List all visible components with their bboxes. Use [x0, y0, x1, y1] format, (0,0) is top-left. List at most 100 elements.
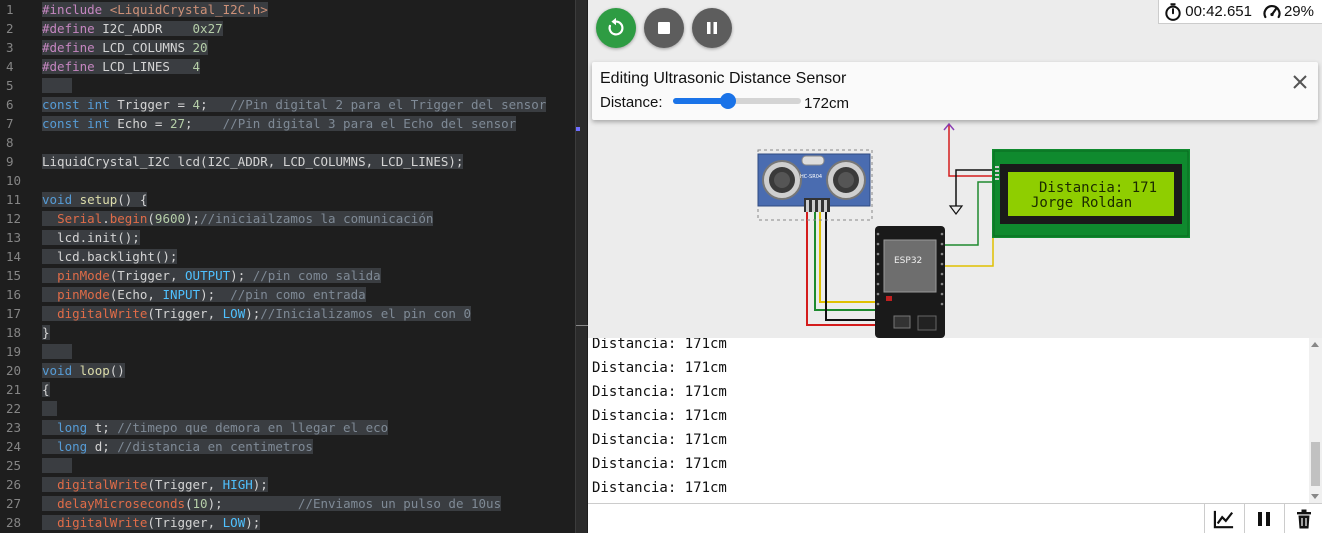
- code-line[interactable]: 28 digitalWrite(Trigger, LOW);: [0, 513, 575, 532]
- scroll-up-arrow-icon[interactable]: [1311, 342, 1319, 347]
- distance-value: 172cm: [804, 95, 850, 112]
- code-line[interactable]: 26 digitalWrite(Trigger, HIGH);: [0, 475, 575, 494]
- gnd-symbol: [948, 205, 964, 215]
- pane-divider[interactable]: [575, 0, 587, 533]
- code-text: delayMicroseconds(10); //Enviamos un pul…: [42, 494, 502, 513]
- code-line[interactable]: 25: [0, 456, 575, 475]
- code-line[interactable]: 3 #define LCD_COLUMNS 20: [0, 38, 575, 57]
- line-number: 19: [6, 344, 22, 359]
- serial-pause-button[interactable]: [1244, 504, 1283, 533]
- code-line[interactable]: 7 const int Echo = 27; //Pin digital 3 pa…: [0, 114, 575, 133]
- plotter-button[interactable]: [1204, 504, 1243, 533]
- code-line[interactable]: 9 LiquidCrystal_I2C lcd(I2C_ADDR, LCD_COL…: [0, 152, 575, 171]
- line-number: 16: [6, 287, 22, 302]
- sim-timer: 00:42.651: [1185, 3, 1252, 20]
- slider-thumb[interactable]: [720, 93, 737, 109]
- sim-performance: 29%: [1283, 3, 1314, 20]
- code-line[interactable]: 12 Serial.begin(9600);//iniciailzamos la…: [0, 209, 575, 228]
- stop-icon: [658, 22, 670, 34]
- code-text: void setup() {: [42, 192, 148, 207]
- code-text: digitalWrite(Trigger, LOW);: [42, 513, 261, 532]
- sim-stats: 00:42.651 29%: [1158, 0, 1322, 24]
- serial-input-bar: [588, 503, 1322, 533]
- serial-scrollbar[interactable]: [1309, 338, 1322, 503]
- scroll-down-arrow-icon[interactable]: [1311, 494, 1319, 499]
- code-line[interactable]: 17 digitalWrite(Trigger, LOW);//Iniciali…: [0, 304, 575, 323]
- code-line[interactable]: 19: [0, 342, 575, 361]
- code-line[interactable]: 13 lcd.init();: [0, 228, 575, 247]
- line-number: 27: [6, 496, 22, 511]
- clear-button[interactable]: [1284, 504, 1322, 533]
- code-text: [42, 342, 73, 361]
- serial-line: Distancia: 171cm: [592, 338, 727, 352]
- code-text: const int Trigger = 4; //Pin digital 2 p…: [42, 97, 547, 112]
- line-number: 21: [6, 382, 22, 397]
- circuit-diagram: HC-SR04 ESP32 Distancia: 171 Jorge Rolda…: [757, 122, 1190, 338]
- code-line[interactable]: 10: [0, 171, 575, 190]
- code-line[interactable]: 4 #define LCD_LINES 4: [0, 57, 575, 76]
- restart-button[interactable]: [596, 8, 636, 48]
- line-number: 24: [6, 439, 22, 454]
- code-line[interactable]: 15 pinMode(Trigger, OUTPUT); //pin como …: [0, 266, 575, 285]
- close-icon[interactable]: [1292, 74, 1308, 90]
- splitter-handle[interactable]: [576, 325, 588, 326]
- line-number: 25: [6, 458, 22, 473]
- sensor-crystal: [801, 155, 825, 166]
- edit-panel-title: Editing Ultrasonic Distance Sensor: [600, 70, 847, 87]
- code-text: #define LCD_COLUMNS 20: [42, 40, 208, 55]
- code-text: pinMode(Trigger, OUTPUT); //pin como sal…: [42, 266, 381, 285]
- wire-green-lcd: [943, 181, 998, 246]
- code-line[interactable]: 6 const int Trigger = 4; //Pin digital 2 …: [0, 95, 575, 114]
- code-text: LiquidCrystal_I2C lcd(I2C_ADDR, LCD_COLU…: [42, 154, 464, 169]
- stop-button[interactable]: [644, 8, 684, 48]
- code-line[interactable]: 1 #include <LiquidCrystal_I2C.h>: [0, 0, 575, 19]
- serial-input[interactable]: [588, 504, 1204, 533]
- code-line[interactable]: 8: [0, 133, 575, 152]
- pause-button[interactable]: [692, 8, 732, 48]
- line-number: 14: [6, 249, 22, 264]
- code-line[interactable]: 11 void setup() {: [0, 190, 575, 209]
- simulation-canvas[interactable]: HC-SR04 ESP32 Distancia: 171 Jorge Rolda…: [588, 0, 1322, 338]
- distance-slider[interactable]: [673, 93, 801, 109]
- lcd-line-2: Jorge Roldan: [1031, 195, 1132, 211]
- code-text: #define LCD_LINES 4: [42, 59, 201, 74]
- scroll-marker: [576, 127, 580, 131]
- serial-line: Distancia: 171cm: [592, 360, 727, 376]
- code-line[interactable]: 16 pinMode(Echo, INPUT); //pin como entr…: [0, 285, 575, 304]
- code-text: void loop(): [42, 363, 125, 378]
- code-line[interactable]: 21 {: [0, 380, 575, 399]
- code-line[interactable]: 23 long t; //timepo que demora en llegar…: [0, 418, 575, 437]
- serial-line: Distancia: 171cm: [592, 408, 727, 424]
- code-line[interactable]: 14 lcd.backlight();: [0, 247, 575, 266]
- code-text: lcd.backlight();: [42, 249, 178, 264]
- code-editor[interactable]: 1 #include <LiquidCrystal_I2C.h> 2 #define …: [0, 0, 575, 533]
- code-line[interactable]: 27 delayMicroseconds(10); //Enviamos un …: [0, 494, 575, 513]
- scroll-thumb[interactable]: [1311, 442, 1320, 486]
- code-text: digitalWrite(Trigger, LOW);//Inicializam…: [42, 304, 471, 323]
- code-line[interactable]: 2 #define I2C_ADDR 0x27: [0, 19, 575, 38]
- line-number: 10: [6, 173, 22, 188]
- line-number: 13: [6, 230, 22, 245]
- serial-monitor[interactable]: Distancia: 171cm Distancia: 171cm Distanci…: [588, 338, 1322, 503]
- code-line[interactable]: 24 long d; //distancia en centimetros: [0, 437, 575, 456]
- line-number: 28: [6, 515, 22, 530]
- pause-icon: [1258, 511, 1270, 526]
- speedometer-icon: [1263, 4, 1281, 18]
- restart-icon: [608, 17, 624, 36]
- stopwatch-icon: [1165, 2, 1181, 21]
- line-number: 8: [6, 135, 14, 150]
- chart-line-icon: [1213, 510, 1234, 528]
- code-text: const int Echo = 27; //Pin digital 3 par…: [42, 116, 517, 131]
- code-text: long d; //distancia en centimetros: [42, 437, 313, 456]
- code-line[interactable]: 22: [0, 399, 575, 418]
- line-number: 12: [6, 211, 22, 226]
- distance-label: Distance:: [600, 94, 663, 111]
- wire-yellow-lcd: [943, 187, 998, 267]
- code-line[interactable]: 20 void loop(): [0, 361, 575, 380]
- code-text: Serial.begin(9600);//iniciailzamos la co…: [42, 209, 434, 228]
- part-edit-panel: Editing Ultrasonic Distance Sensor Dista…: [592, 62, 1318, 120]
- code-line[interactable]: 5: [0, 76, 575, 95]
- code-text: #define I2C_ADDR 0x27: [42, 21, 223, 36]
- code-line[interactable]: 18}: [0, 323, 575, 342]
- line-number: 2: [6, 21, 14, 36]
